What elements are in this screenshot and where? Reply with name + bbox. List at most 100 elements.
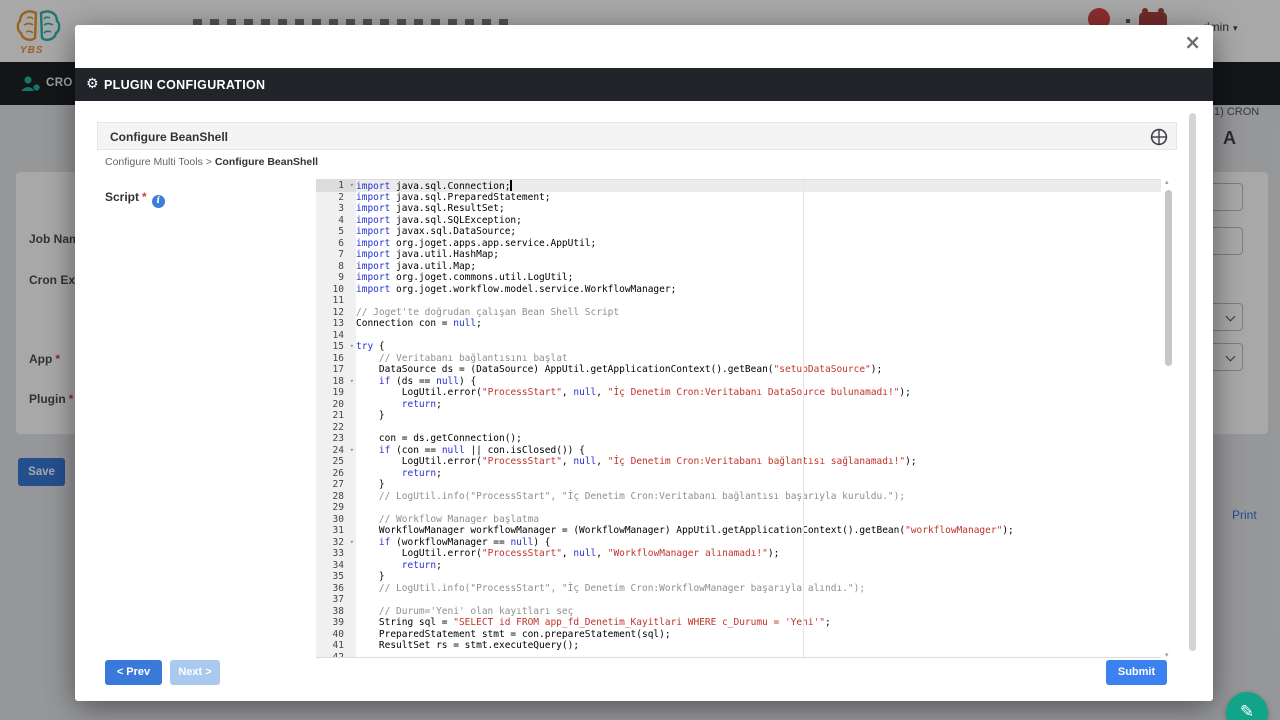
code-line: try { — [356, 341, 1161, 353]
submit-button[interactable]: Submit — [1106, 660, 1167, 685]
code-fold-icon[interactable]: ▾ — [350, 445, 354, 457]
gutter-line-number[interactable]: 31 — [316, 525, 356, 537]
script-code-editor[interactable]: import java.sql.Connection;import java.s… — [316, 179, 1161, 658]
gutter-line-number[interactable]: 9 — [316, 272, 356, 284]
code-line: return; — [356, 468, 1161, 480]
next-button[interactable]: Next > — [170, 660, 220, 685]
code-fold-icon[interactable]: ▾ — [350, 341, 354, 353]
code-line: Connection con = null; — [356, 318, 1161, 330]
gutter-line-number[interactable]: 3 — [316, 203, 356, 215]
gutter-line-number[interactable]: 17 — [316, 364, 356, 376]
editor-scrollbar[interactable]: ▴ ▾ — [1164, 178, 1174, 659]
code-line: LogUtil.error("ProcessStart", null, "Wor… — [356, 548, 1161, 560]
gutter-line-number[interactable]: 23 — [316, 433, 356, 445]
gutter-line-number[interactable]: 11 — [316, 295, 356, 307]
code-line: // Durum='Yeni' olan kayıtları seç — [356, 606, 1161, 618]
script-field-label: Script* i — [105, 190, 165, 208]
gutter-line-number[interactable]: 26 — [316, 468, 356, 480]
gutter-line-number[interactable]: 34 — [316, 560, 356, 572]
gutter-line-number[interactable]: 14 — [316, 330, 356, 342]
gutter-line-number[interactable]: 39 — [316, 617, 356, 629]
gutter-line-number[interactable]: 25 — [316, 456, 356, 468]
gutter-line-number[interactable]: 33 — [316, 548, 356, 560]
gutter-line-number[interactable]: 20 — [316, 399, 356, 411]
code-line: con = ds.getConnection(); — [356, 433, 1161, 445]
code-line: LogUtil.error("ProcessStart", null, "İç … — [356, 456, 1161, 468]
editor-code: import java.sql.Connection;import java.s… — [356, 180, 1161, 658]
gutter-line-number[interactable]: 32▾ — [316, 537, 356, 549]
script-label-text: Script — [105, 190, 139, 204]
gutter-line-number[interactable]: 10 — [316, 284, 356, 296]
gutter-line-number[interactable]: 6 — [316, 238, 356, 250]
close-icon[interactable]: × — [1184, 30, 1201, 54]
code-line — [356, 330, 1161, 342]
code-line — [356, 422, 1161, 434]
gutter-line-number[interactable]: 38 — [316, 606, 356, 618]
code-line: // LogUtil.info("ProcessStart", "İç Dene… — [356, 583, 1161, 595]
gutter-line-number[interactable]: 7 — [316, 249, 356, 261]
gutter-line-number[interactable]: 22 — [316, 422, 356, 434]
gutter-line-number[interactable]: 13 — [316, 318, 356, 330]
scroll-down-icon[interactable]: ▾ — [1165, 651, 1169, 659]
code-line: ResultSet rs = stmt.executeQuery(); — [356, 640, 1161, 652]
modal-scrollbar[interactable] — [1189, 113, 1196, 651]
code-line: import java.sql.PreparedStatement; — [356, 192, 1161, 204]
scrollbar-thumb[interactable] — [1165, 190, 1172, 366]
breadcrumb-separator: > — [203, 156, 215, 168]
gutter-line-number[interactable]: 1▾ — [316, 180, 356, 192]
gutter-line-number[interactable]: 30 — [316, 514, 356, 526]
code-line: DataSource ds = (DataSource) AppUtil.get… — [356, 364, 1161, 376]
code-line: import java.util.HashMap; — [356, 249, 1161, 261]
gutter-line-number[interactable]: 15▾ — [316, 341, 356, 353]
scroll-up-icon[interactable]: ▴ — [1165, 178, 1169, 186]
modal-header: ⚙ PLUGIN CONFIGURATION — [75, 68, 1213, 101]
gutter-line-number[interactable]: 28 — [316, 491, 356, 503]
screen: YBS dmin▾ CRO Job NameCron ExpressionApp… — [0, 0, 1280, 720]
gutter-line-number[interactable]: 2 — [316, 192, 356, 204]
code-line — [356, 594, 1161, 606]
code-line: if (workflowManager == null) { — [356, 537, 1161, 549]
code-line — [356, 295, 1161, 307]
gutter-line-number[interactable]: 19 — [316, 387, 356, 399]
globe-icon[interactable] — [1150, 128, 1168, 151]
gutter-line-number[interactable]: 24▾ — [316, 445, 356, 457]
gutter-line-number[interactable]: 35 — [316, 571, 356, 583]
breadcrumb-current: Configure BeanShell — [215, 156, 318, 168]
prev-button[interactable]: < Prev — [105, 660, 162, 685]
code-line: } — [356, 479, 1161, 491]
breadcrumb: Configure Multi Tools > Configure BeanSh… — [105, 156, 318, 168]
gutter-line-number[interactable]: 41 — [316, 640, 356, 652]
gear-icon: ⚙ — [86, 76, 99, 92]
code-line — [356, 652, 1161, 659]
gutter-line-number[interactable]: 29 — [316, 502, 356, 514]
gutter-line-number[interactable]: 27 — [316, 479, 356, 491]
gutter-line-number[interactable]: 18▾ — [316, 376, 356, 388]
gutter-line-number[interactable]: 4 — [316, 215, 356, 227]
gutter-line-number[interactable]: 16 — [316, 353, 356, 365]
gutter-line-number[interactable]: 36 — [316, 583, 356, 595]
gutter-line-number[interactable]: 8 — [316, 261, 356, 273]
code-line: import java.sql.ResultSet; — [356, 203, 1161, 215]
code-fold-icon[interactable]: ▾ — [350, 180, 354, 192]
code-line: import java.sql.SQLException; — [356, 215, 1161, 227]
code-line: String sql = "SELECT id FROM app_fd_Dene… — [356, 617, 1161, 629]
required-asterisk: * — [142, 190, 147, 204]
code-line: if (ds == null) { — [356, 376, 1161, 388]
code-line: PreparedStatement stmt = con.prepareStat… — [356, 629, 1161, 641]
section-header: Configure BeanShell — [97, 122, 1177, 150]
breadcrumb-parent[interactable]: Configure Multi Tools — [105, 156, 203, 168]
code-line: // LogUtil.info("ProcessStart", "İç Dene… — [356, 491, 1161, 503]
code-line: import org.joget.apps.app.service.AppUti… — [356, 238, 1161, 250]
code-fold-icon[interactable]: ▾ — [350, 537, 354, 549]
code-fold-icon[interactable]: ▾ — [350, 376, 354, 388]
info-icon[interactable]: i — [152, 195, 165, 208]
gutter-line-number[interactable]: 5 — [316, 226, 356, 238]
code-line: WorkflowManager workflowManager = (Workf… — [356, 525, 1161, 537]
gutter-line-number[interactable]: 12 — [316, 307, 356, 319]
code-line: return; — [356, 560, 1161, 572]
gutter-line-number[interactable]: 21 — [316, 410, 356, 422]
gutter-line-number[interactable]: 37 — [316, 594, 356, 606]
code-line — [356, 502, 1161, 514]
gutter-line-number[interactable]: 42 — [316, 652, 356, 659]
gutter-line-number[interactable]: 40 — [316, 629, 356, 641]
